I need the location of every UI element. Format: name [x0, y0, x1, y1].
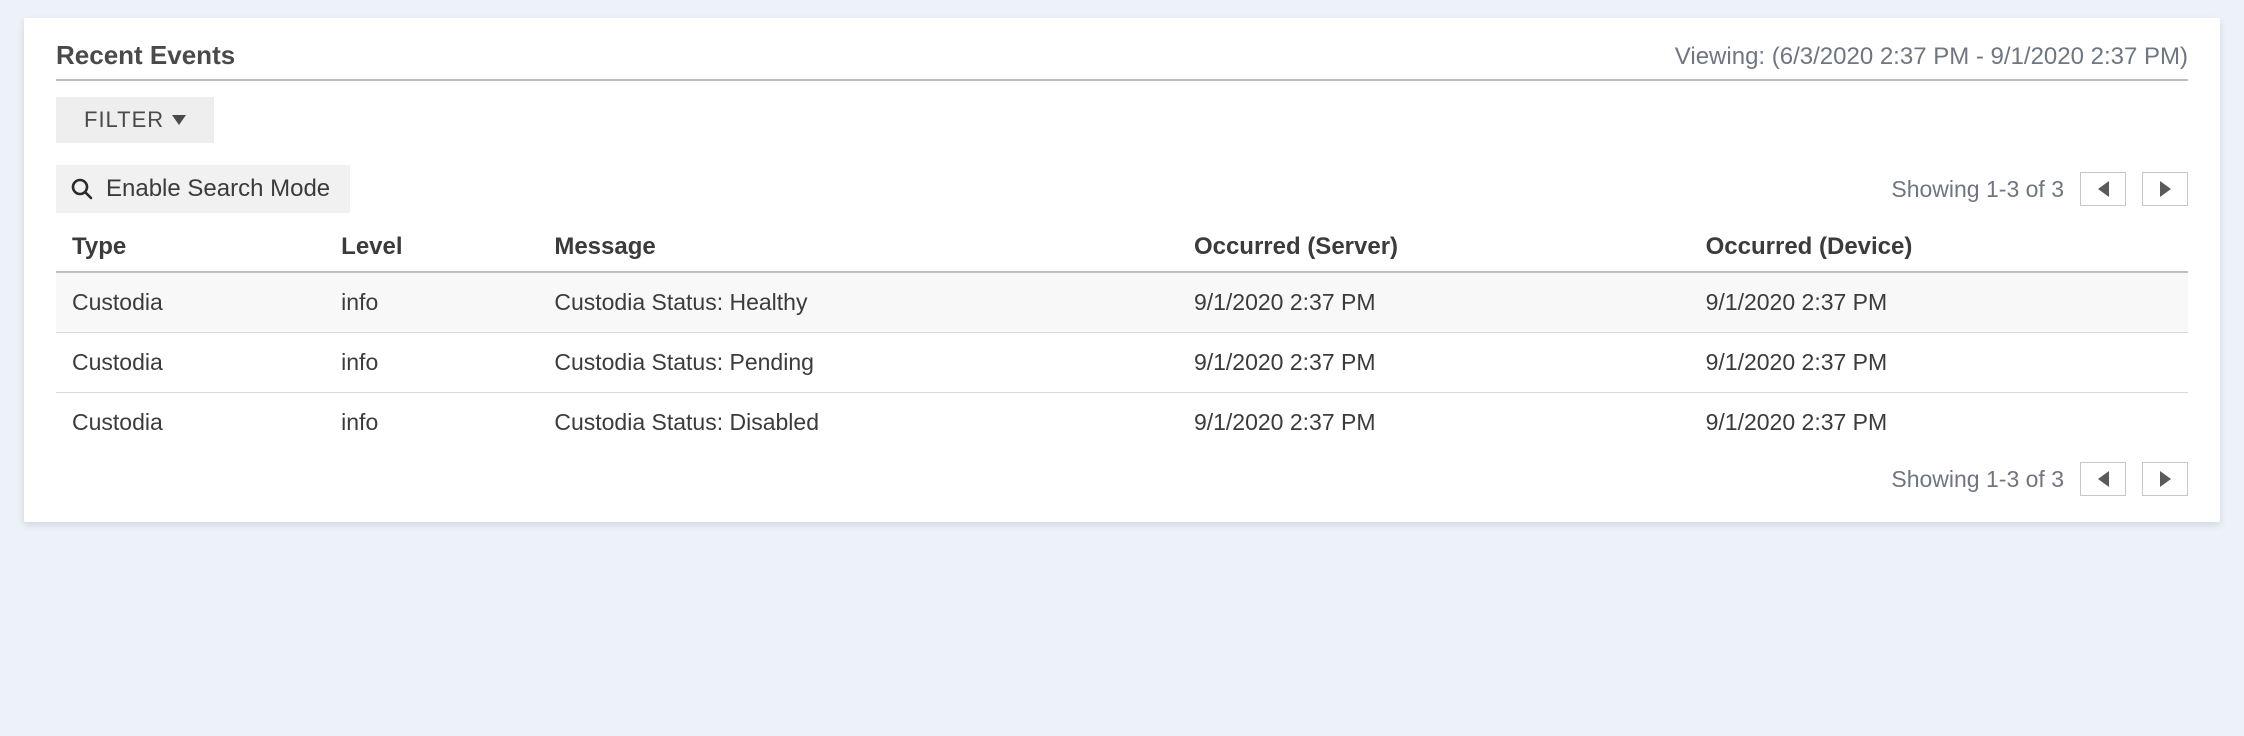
recent-events-card: Recent Events Viewing: (6/3/2020 2:37 PM… [24, 18, 2220, 522]
cell-occurred-server: 9/1/2020 2:37 PM [1186, 393, 1698, 453]
col-header-level[interactable]: Level [333, 223, 546, 272]
table-row[interactable]: Custodia info Custodia Status: Healthy 9… [56, 272, 2188, 333]
enable-search-mode-button[interactable]: Enable Search Mode [56, 165, 350, 213]
chevron-right-icon [2160, 181, 2171, 197]
col-header-occurred-server[interactable]: Occurred (Server) [1186, 223, 1698, 272]
panel-title: Recent Events [56, 40, 235, 71]
card-header: Recent Events Viewing: (6/3/2020 2:37 PM… [56, 40, 2188, 81]
table-row[interactable]: Custodia info Custodia Status: Pending 9… [56, 333, 2188, 393]
pager-bottom: Showing 1-3 of 3 [56, 462, 2188, 496]
pager-next-button-bottom[interactable] [2142, 462, 2188, 496]
search-pager-row: Enable Search Mode Showing 1-3 of 3 [56, 165, 2188, 213]
pager-prev-button[interactable] [2080, 172, 2126, 206]
cell-message: Custodia Status: Pending [546, 333, 1186, 393]
cell-occurred-device: 9/1/2020 2:37 PM [1698, 393, 2188, 453]
pager-summary-top: Showing 1-3 of 3 [1891, 176, 2064, 203]
filter-button[interactable]: FILTER [56, 97, 214, 143]
col-header-type[interactable]: Type [56, 223, 333, 272]
filter-button-label: FILTER [84, 107, 164, 133]
cell-level: info [333, 272, 546, 333]
toolbar: FILTER [56, 97, 2188, 143]
viewing-range: Viewing: (6/3/2020 2:37 PM - 9/1/2020 2:… [1675, 43, 2188, 71]
cell-message: Custodia Status: Disabled [546, 393, 1186, 453]
pager-top: Showing 1-3 of 3 [1891, 172, 2188, 206]
col-header-message[interactable]: Message [546, 223, 1186, 272]
cell-type: Custodia [56, 333, 333, 393]
cell-occurred-device: 9/1/2020 2:37 PM [1698, 272, 2188, 333]
chevron-left-icon [2098, 471, 2109, 487]
cell-occurred-server: 9/1/2020 2:37 PM [1186, 272, 1698, 333]
pager-next-button[interactable] [2142, 172, 2188, 206]
cell-occurred-device: 9/1/2020 2:37 PM [1698, 333, 2188, 393]
events-table: Type Level Message Occurred (Server) Occ… [56, 223, 2188, 452]
cell-occurred-server: 9/1/2020 2:37 PM [1186, 333, 1698, 393]
pager-prev-button-bottom[interactable] [2080, 462, 2126, 496]
search-icon [70, 177, 94, 201]
table-row[interactable]: Custodia info Custodia Status: Disabled … [56, 393, 2188, 453]
cell-level: info [333, 393, 546, 453]
col-header-occurred-device[interactable]: Occurred (Device) [1698, 223, 2188, 272]
events-table-header-row: Type Level Message Occurred (Server) Occ… [56, 223, 2188, 272]
chevron-left-icon [2098, 181, 2109, 197]
caret-down-icon [172, 115, 186, 125]
cell-type: Custodia [56, 393, 333, 453]
chevron-right-icon [2160, 471, 2171, 487]
pager-summary-bottom: Showing 1-3 of 3 [1891, 466, 2064, 493]
enable-search-mode-label: Enable Search Mode [106, 175, 330, 203]
cell-type: Custodia [56, 272, 333, 333]
cell-level: info [333, 333, 546, 393]
cell-message: Custodia Status: Healthy [546, 272, 1186, 333]
